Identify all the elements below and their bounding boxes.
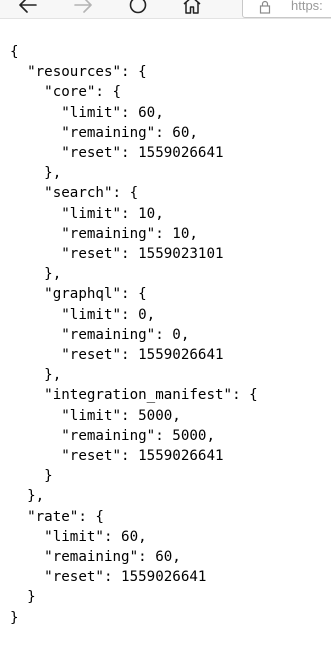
json-line: "reset": 1559026641 [10,347,224,364]
json-line: } [10,609,19,626]
json-line: } [10,589,36,606]
arrow-left-icon [19,0,37,13]
json-line: { [10,44,19,60]
home-icon [183,0,201,14]
json-line: "reset": 1559023101 [10,246,224,263]
json-line: "limit": 60, [10,528,147,545]
json-line: "remaining": 10, [10,225,198,242]
json-line: "core": { [10,84,122,101]
browser-toolbar: https: [0,0,331,19]
json-line: "graphql": { [10,286,147,303]
forward-button[interactable] [70,0,96,18]
json-line: "reset": 1559026641 [10,448,224,465]
json-viewer: { "resources": { "core": { "limit": 60, … [10,42,258,628]
json-line: } [10,468,53,485]
json-line: "reset": 1559026641 [10,569,207,586]
json-line: "reset": 1559026641 [10,145,224,162]
json-line: }, [10,488,45,505]
lock-icon [259,0,271,14]
json-line: }, [10,266,62,283]
json-line: "remaining": 60, [10,124,198,141]
json-line: "limit": 5000, [10,407,181,424]
json-line: "search": { [10,185,139,202]
json-line: "resources": { [10,64,147,81]
refresh-icon [129,0,147,14]
home-button[interactable] [179,0,205,18]
refresh-button[interactable] [125,0,151,18]
json-line: }, [10,165,62,182]
back-button[interactable] [15,0,41,18]
json-line: "integration_manifest": { [10,387,258,404]
json-line: "rate": { [10,508,104,525]
json-line: "remaining": 60, [10,549,181,566]
address-text: https: [291,0,323,13]
json-line: "limit": 60, [10,104,164,121]
address-bar[interactable]: https: [242,0,331,18]
json-line: "remaining": 5000, [10,427,215,444]
json-line: "remaining": 0, [10,326,190,343]
json-line: "limit": 0, [10,306,156,323]
arrow-right-icon [74,0,92,13]
json-line: }, [10,367,62,384]
json-line: "limit": 10, [10,205,164,222]
